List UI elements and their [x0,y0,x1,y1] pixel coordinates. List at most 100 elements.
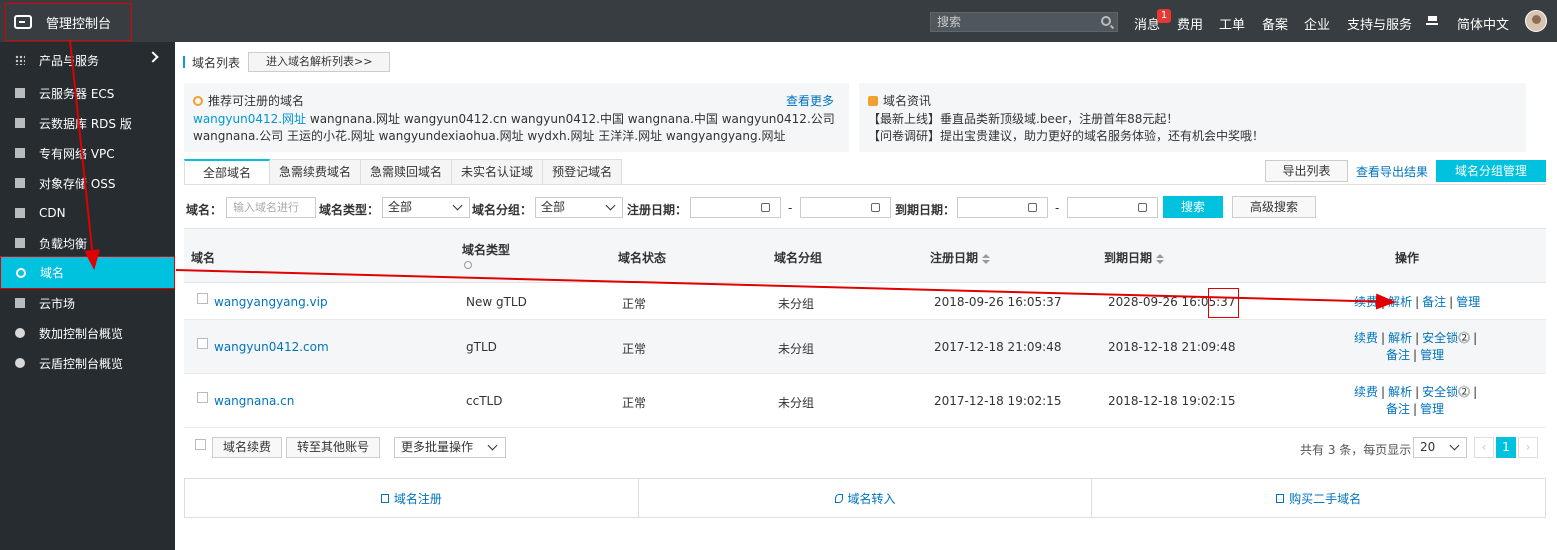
sort-icon[interactable] [982,253,991,264]
col-reg-date-label: 注册日期 [930,251,979,265]
renew-link[interactable]: 续费 [1354,295,1378,309]
sidebar-item-cloudshield[interactable]: 云盾控制台概览 [0,348,175,378]
reg-date-end[interactable] [800,197,891,218]
search-icon[interactable] [1101,16,1111,26]
buy-used-domain-link[interactable]: 购买二手域名 [1092,479,1545,517]
batch-bar: 域名续费 转至其他账号 更多批量操作 共有 3 条，每页显示： 20 ‹ 1 › [184,434,1546,460]
news-item[interactable]: 【问卷调研】提出宝贵建议，助力更好的域名服务体验，还有机会中奖哦！ [868,127,1264,144]
date-separator: - [788,201,793,215]
tab-redeem-urgent[interactable]: 急需赎回域名 [361,159,453,185]
resolve-link[interactable]: 解析 [1388,385,1412,399]
help-icon[interactable] [464,261,472,269]
title-marker [183,56,185,68]
renew-link[interactable]: 续费 [1354,385,1378,399]
sidebar-item-vpc[interactable]: 专有网络 VPC [0,138,175,168]
row-checkbox[interactable] [197,392,208,403]
domain-filter-label: 域名： [186,203,223,217]
page-size-select[interactable]: 20 [1413,437,1467,458]
manage-link[interactable]: 管理 [1456,295,1480,309]
avatar[interactable] [1525,10,1547,32]
domain-link[interactable]: wangnana.cn [214,394,294,408]
resolve-link[interactable]: 解析 [1388,295,1412,309]
tab-all-domains[interactable]: 全部域名 [184,159,271,185]
reg-date-start[interactable] [690,197,781,218]
row-checkbox[interactable] [197,293,208,304]
security-lock-link[interactable]: 安全锁 [1422,385,1458,399]
recommended-domain-link[interactable]: wangyun0412.网址 [193,112,306,126]
global-search[interactable] [930,12,1118,32]
domain-filter-input[interactable]: 输入域名进行 [226,197,316,218]
enterprise-link[interactable]: 企业 [1304,14,1330,33]
chevron-down-icon [452,200,463,211]
language-switch[interactable]: 简体中文 [1457,14,1509,33]
tab-unverified[interactable]: 未实名认证域 [452,159,544,185]
batch-renew-button[interactable]: 域名续费 [212,437,283,458]
manage-link[interactable]: 管理 [1420,348,1444,362]
console-home-button[interactable]: 管理控制台 [5,3,132,41]
sidebar-item-cdn[interactable]: CDN [0,198,175,228]
tab-preregistered[interactable]: 预登记域名 [543,159,623,185]
export-list-button[interactable]: 导出列表 [1265,160,1348,182]
table-header: 域名 域名类型 域名状态 域名分组 注册日期 到期日期 操作 [184,228,1546,283]
resolve-link[interactable]: 解析 [1388,331,1412,345]
note-link[interactable]: 备注 [1422,295,1446,309]
resolve-list-button[interactable]: 进入域名解析列表>> [248,52,391,72]
products-and-services-menu[interactable]: 产品与服务 [0,45,175,75]
note-link[interactable]: 备注 [1386,402,1410,416]
group-filter-select[interactable]: 全部 [535,197,623,218]
fees-link[interactable]: 费用 [1177,14,1203,33]
select-all-checkbox[interactable] [195,439,206,450]
search-input[interactable] [931,13,1096,31]
col-reg-date[interactable]: 注册日期 [930,249,991,266]
export-results-link[interactable]: 查看导出结果 [1356,163,1428,180]
sidebar-item-label: 云服务器 ECS [39,86,115,101]
domain-register-link[interactable]: 域名注册 [185,479,639,517]
circle-icon [15,328,25,338]
tickets-link[interactable]: 工单 [1219,14,1245,33]
sidebar-item-oss[interactable]: 对象存储 OSS [0,168,175,198]
recommended-domains-text[interactable]: wangnana.网址 wangyun0412.cn wangyun0412.中… [306,112,835,126]
help-icon[interactable]: ⓶ [1458,385,1470,399]
row-checkbox[interactable] [197,338,208,349]
market-icon [15,298,25,308]
sidebar-item-market[interactable]: 云市场 [0,288,175,318]
recommended-line-2[interactable]: wangnana.公司 王运的小花.网址 wangyundexiaohua.网址… [193,127,785,144]
domain-transfer-in-link[interactable]: 域名转入 [639,479,1093,517]
advanced-search-button[interactable]: 高级搜索 [1232,196,1316,218]
transfer-account-button[interactable]: 转至其他账号 [286,437,381,458]
sidebar-item-rds[interactable]: 云数据库 RDS 版 [0,108,175,138]
manage-link[interactable]: 管理 [1420,402,1444,416]
note-link[interactable]: 备注 [1386,348,1410,362]
exp-date-end[interactable] [1067,197,1158,218]
domain-link[interactable]: wangyun0412.com [214,340,329,354]
sidebar-item-dataplus[interactable]: 数加控制台概览 [0,318,175,348]
domain-group: 未分组 [778,297,815,311]
support-link[interactable]: 支持与服务 [1347,14,1412,33]
type-filter-select[interactable]: 全部 [382,197,470,218]
filing-link[interactable]: 备案 [1262,14,1288,33]
security-lock-link[interactable]: 安全锁 [1422,331,1458,345]
sidebar-item-ecs[interactable]: 云服务器 ECS [0,78,175,108]
domain-link[interactable]: wangyangyang.vip [214,295,328,309]
col-exp-date[interactable]: 到期日期 [1104,249,1165,266]
page-button-current[interactable]: 1 [1496,437,1516,458]
sort-icon[interactable] [1156,253,1165,264]
next-page-button[interactable]: › [1518,437,1538,458]
tab-renew-urgent[interactable]: 急需续费域名 [270,159,362,185]
renew-link[interactable]: 续费 [1354,331,1378,345]
more-batch-select[interactable]: 更多批量操作 [394,437,506,458]
date-separator: - [1055,201,1060,215]
search-button[interactable]: 搜索 [1163,196,1223,218]
help-icon[interactable]: ⓶ [1458,331,1470,345]
group-manage-button[interactable]: 域名分组管理 [1436,160,1546,182]
see-more-link[interactable]: 查看更多 [786,92,834,109]
filter-bar: 域名： 输入域名进行 域名类型： 全部 域名分组： 全部 注册日期： - 到期日… [186,196,1546,220]
sidebar-item-slb[interactable]: 负载均衡 [0,228,175,258]
cart-icon[interactable] [1426,15,1438,25]
page-size-value: 20 [1420,440,1436,454]
news-item[interactable]: 【最新上线】垂直品类新顶级域.beer，注册首年88元起！ [868,110,1178,127]
prev-page-button[interactable]: ‹ [1474,437,1494,458]
exp-date-start[interactable] [957,197,1048,218]
calendar-icon [761,203,770,212]
sidebar-item-domain[interactable]: 域名 [0,256,175,289]
